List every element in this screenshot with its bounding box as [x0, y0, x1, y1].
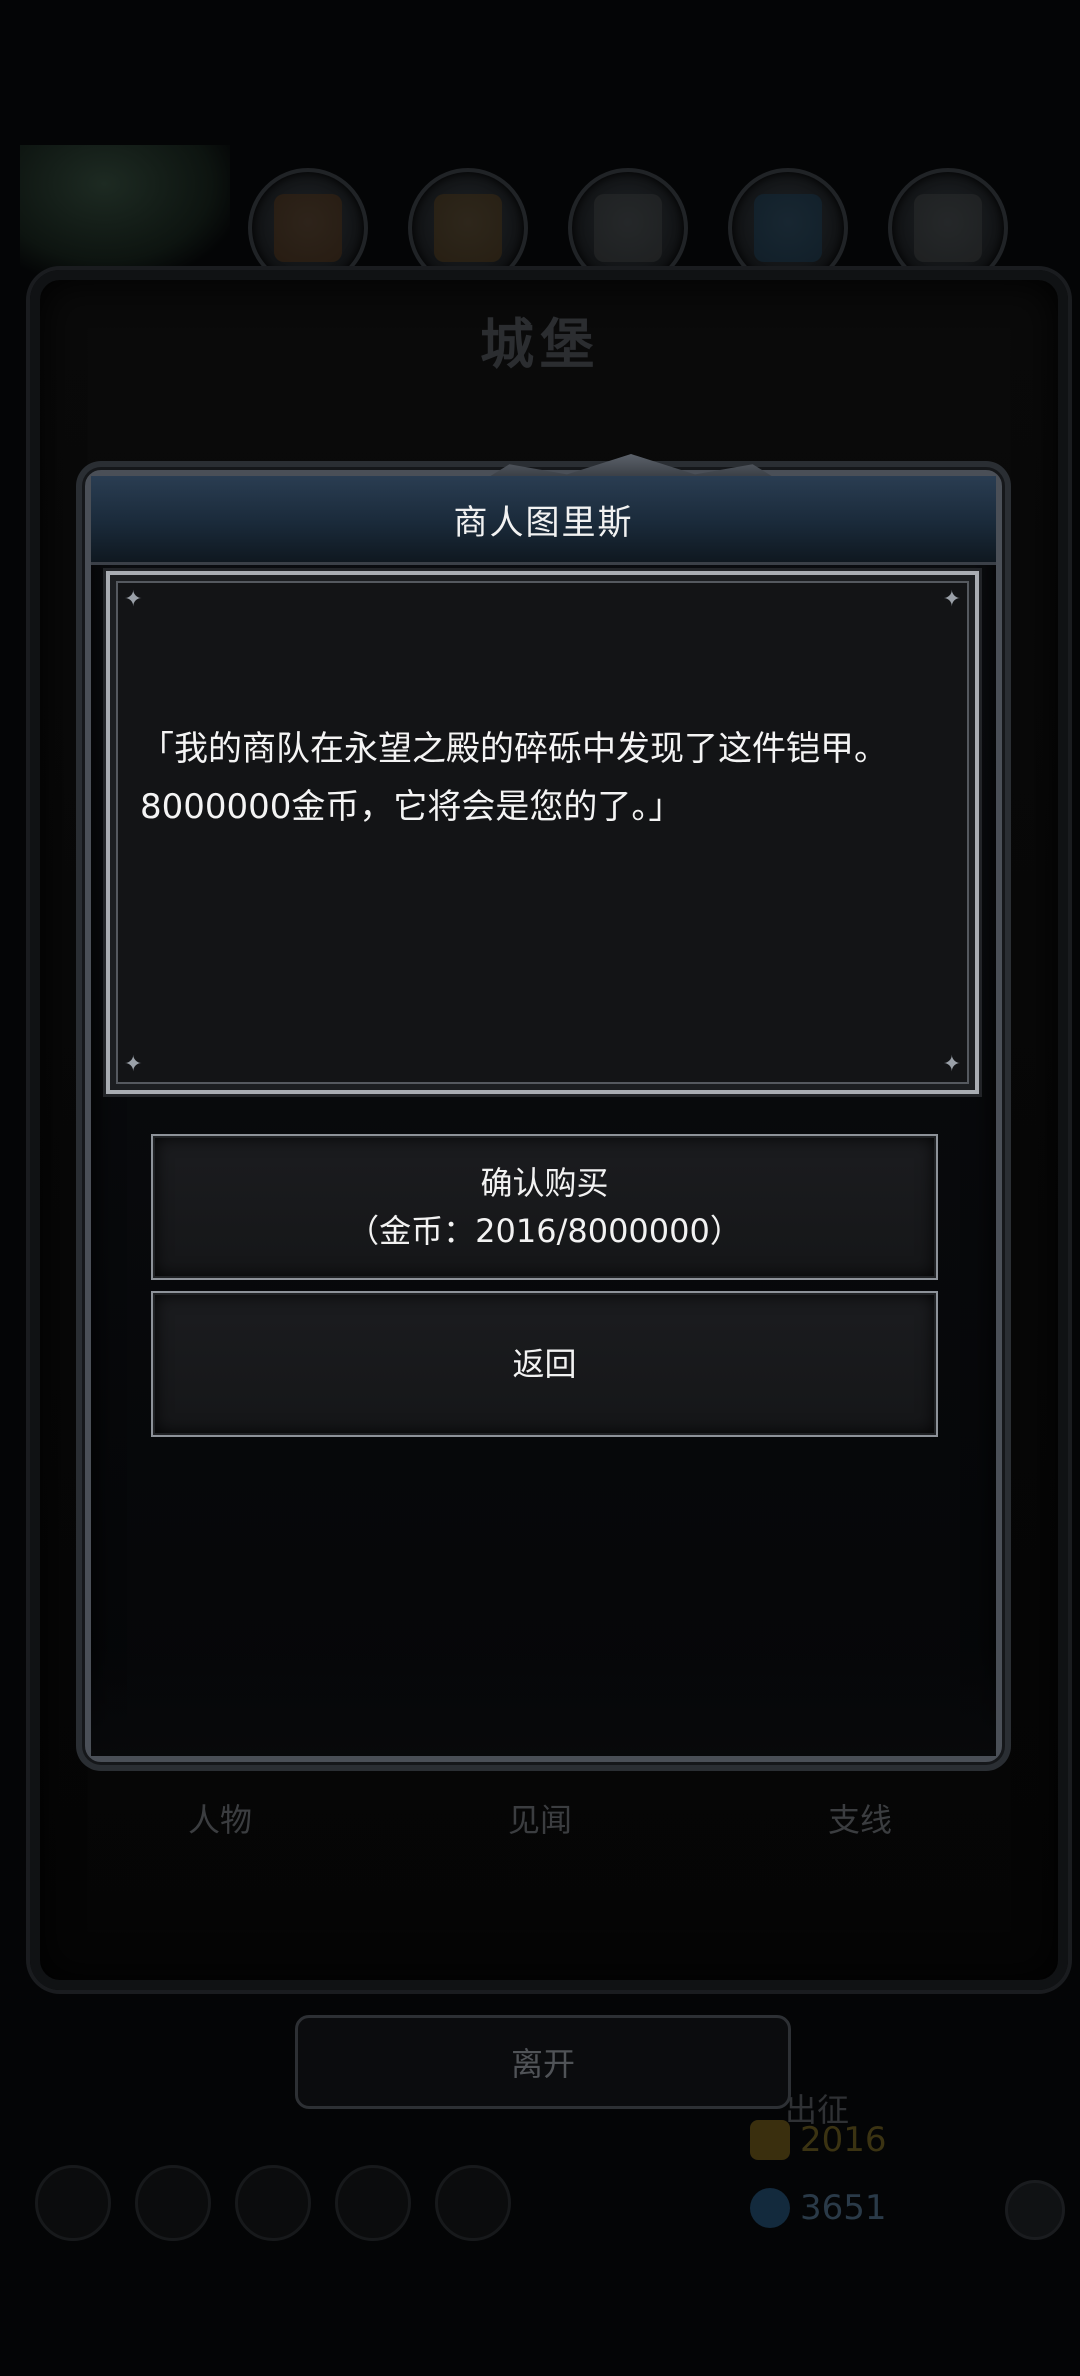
dialog-title: 商人图里斯	[453, 502, 634, 543]
dialog-header: 商人图里斯	[91, 476, 996, 565]
confirm-purchase-label: 确认购买	[480, 1164, 609, 1202]
merchant-dialog: 商人图里斯 ✦ ✦ ✦ ✦ 「我的商队在永望之殿的碎砾中发现了这件铠甲。8000…	[85, 454, 1002, 1762]
gold-coin-icon	[750, 2120, 790, 2160]
castle-title: 城堡	[480, 313, 600, 376]
tab-sidequests[interactable]: 支线	[760, 1795, 960, 1841]
sparkle-icon: ✦	[124, 1052, 143, 1077]
tab-events[interactable]: 见闻	[440, 1795, 640, 1841]
castle-tabs: 人物 见闻 支线	[60, 1785, 1020, 1865]
bottom-menu-icons	[30, 2165, 530, 2245]
gold-requirement: （金币：2016/8000000）	[347, 1212, 742, 1250]
gold-counter: 2016	[750, 2120, 887, 2160]
tab-characters[interactable]: 人物	[120, 1795, 320, 1841]
gem-amount: 3651	[800, 2188, 887, 2228]
bottom-icon-4[interactable]	[335, 2165, 411, 2241]
bottom-icon-3[interactable]	[235, 2165, 311, 2241]
add-icon[interactable]	[1005, 2180, 1065, 2240]
leave-button[interactable]: 离开	[295, 2015, 791, 2109]
bottom-icon-2[interactable]	[135, 2165, 211, 2241]
dialog-bottom-ornament	[91, 1646, 996, 1756]
sparkle-icon: ✦	[942, 1052, 961, 1077]
bottom-icon-1[interactable]	[35, 2165, 111, 2241]
message-panel: ✦ ✦ ✦ ✦ 「我的商队在永望之殿的碎砾中发现了这件铠甲。8000000金币，…	[106, 571, 979, 1094]
gold-amount: 2016	[800, 2120, 887, 2160]
back-label: 返回	[512, 1345, 577, 1383]
gem-icon	[750, 2188, 790, 2228]
bottom-icon-5[interactable]	[435, 2165, 511, 2241]
sparkle-icon: ✦	[942, 587, 961, 612]
top-menu-icons	[0, 160, 1080, 288]
back-button[interactable]: 返回	[151, 1291, 938, 1437]
merchant-message: 「我的商队在永望之殿的碎砾中发现了这件铠甲。8000000金币，它将会是您的了。…	[140, 729, 888, 827]
gem-counter: 3651	[750, 2188, 887, 2228]
sparkle-icon: ✦	[124, 587, 143, 612]
confirm-purchase-button[interactable]: 确认购买 （金币：2016/8000000）	[151, 1134, 938, 1280]
